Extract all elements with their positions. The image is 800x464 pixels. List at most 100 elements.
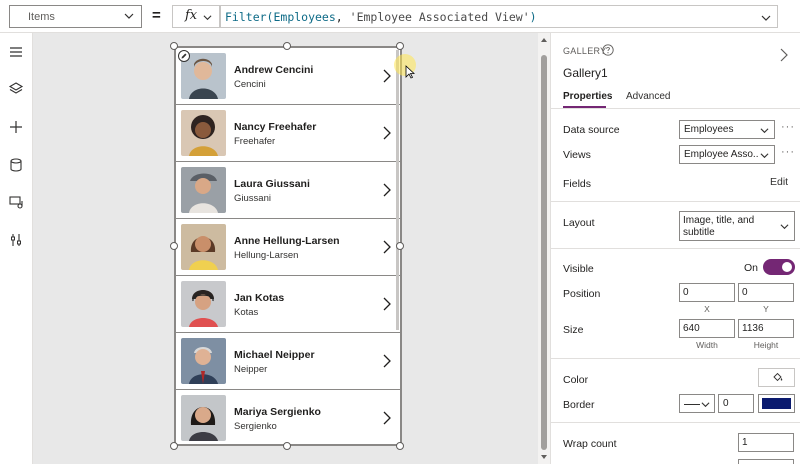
visible-toggle[interactable] xyxy=(763,259,795,275)
canvas-scrollbar[interactable] xyxy=(538,33,550,464)
mouse-cursor-icon xyxy=(405,65,415,79)
wrap-count-label: Wrap count xyxy=(563,438,617,450)
resize-handle[interactable] xyxy=(283,42,291,50)
size-height-caption: Height xyxy=(753,340,779,350)
media-icon[interactable] xyxy=(8,194,24,210)
tab-properties[interactable]: Properties xyxy=(563,91,612,102)
chevron-down-icon xyxy=(780,224,789,230)
size-width-input[interactable]: 640 xyxy=(679,319,735,338)
chevron-right-icon[interactable] xyxy=(382,353,392,369)
views-value: Employee Asso... xyxy=(684,149,759,160)
size-width-caption: Width xyxy=(696,340,718,350)
scrollbar-thumb[interactable] xyxy=(541,55,547,450)
gallery-control[interactable]: Andrew Cencini Cencini Nancy Freehafer F… xyxy=(175,47,401,445)
resize-handle[interactable] xyxy=(170,42,178,50)
divider xyxy=(551,108,800,109)
visible-state: On xyxy=(744,262,759,274)
color-picker-button[interactable] xyxy=(758,368,795,387)
gallery-row[interactable]: Nancy Freehafer Freehafer xyxy=(176,105,400,162)
divider xyxy=(551,422,800,423)
resize-handle[interactable] xyxy=(396,442,404,450)
views-dropdown[interactable]: Employee Asso... xyxy=(679,145,775,164)
chevron-down-icon xyxy=(701,402,710,408)
position-x-input[interactable]: 0 xyxy=(679,283,735,302)
gallery-row[interactable]: Jan Kotas Kotas xyxy=(176,276,400,333)
scroll-up-icon[interactable] xyxy=(541,37,547,43)
chevron-down-icon xyxy=(760,153,769,159)
divider xyxy=(551,201,800,202)
row-subtitle: Giussani xyxy=(234,193,271,204)
formula-separator: , xyxy=(335,10,350,24)
row-title: Mariya Sergienko xyxy=(234,406,321,418)
fields-label: Fields xyxy=(563,178,592,190)
visible-label: Visible xyxy=(563,263,594,275)
border-width-input[interactable]: 0 xyxy=(718,394,754,413)
control-type-label: GALLERY xyxy=(563,46,607,56)
fx-button[interactable]: fx xyxy=(172,5,220,28)
chevron-right-icon[interactable] xyxy=(382,410,392,426)
gallery-row[interactable]: Laura Giussani Giussani xyxy=(176,162,400,219)
resize-handle[interactable] xyxy=(396,242,404,250)
gallery-row[interactable]: Mariya Sergienko Sergienko xyxy=(176,390,400,444)
help-icon[interactable] xyxy=(602,44,614,56)
gallery-row[interactable]: Anne Hellung-Larsen Hellung-Larsen xyxy=(176,219,400,276)
color-label: Color xyxy=(563,374,589,386)
layout-dropdown[interactable]: Image, title, and subtitle xyxy=(679,211,795,241)
property-value: Items xyxy=(28,11,55,23)
employee-photo xyxy=(181,167,226,213)
data-source-more-button[interactable]: ··· xyxy=(781,121,795,133)
formula-text: Filter(Employees, 'Employee Associated V… xyxy=(225,10,537,24)
chevron-right-icon[interactable] xyxy=(382,239,392,255)
chevron-right-icon[interactable] xyxy=(382,296,392,312)
row-title: Nancy Freehafer xyxy=(234,121,317,133)
gallery-scrollbar[interactable] xyxy=(396,50,399,330)
employee-photo xyxy=(181,224,226,270)
data-source-dropdown[interactable]: Employees xyxy=(679,120,775,139)
design-canvas[interactable]: Andrew Cencini Cencini Nancy Freehafer F… xyxy=(33,33,550,464)
property-dropdown[interactable]: Items xyxy=(9,5,142,28)
size-height-value: 1136 xyxy=(742,323,764,334)
border-style-dropdown[interactable] xyxy=(679,394,715,413)
hamburger-menu-icon[interactable] xyxy=(8,44,24,60)
row-subtitle: Kotas xyxy=(234,307,259,318)
expand-formula-icon[interactable] xyxy=(761,13,771,23)
row-title: Anne Hellung-Larsen xyxy=(234,235,340,247)
chevron-right-icon[interactable] xyxy=(382,68,392,84)
position-x-caption: X xyxy=(704,304,710,314)
views-more-button[interactable]: ··· xyxy=(781,146,795,158)
tools-icon[interactable] xyxy=(8,232,24,248)
gallery-row[interactable]: Andrew Cencini Cencini xyxy=(176,48,400,105)
position-label: Position xyxy=(563,288,601,300)
chevron-right-icon[interactable] xyxy=(780,48,788,62)
scroll-down-icon[interactable] xyxy=(541,454,547,460)
row-subtitle: Hellung-Larsen xyxy=(234,250,299,261)
divider xyxy=(551,358,800,359)
chevron-right-icon[interactable] xyxy=(382,182,392,198)
wrap-count-input[interactable]: 1 xyxy=(738,433,794,452)
fields-edit-link[interactable]: Edit xyxy=(770,176,788,188)
size-height-input[interactable]: 1136 xyxy=(738,319,794,338)
border-color-picker[interactable] xyxy=(758,394,795,413)
chevron-down-icon xyxy=(203,15,212,21)
gallery-row[interactable]: Michael Neipper Neipper xyxy=(176,333,400,390)
employee-photo xyxy=(181,110,226,156)
resize-handle[interactable] xyxy=(170,242,178,250)
chevron-down-icon xyxy=(124,13,134,19)
formula-bar: Items = fx Filter(Employees, 'Employee A… xyxy=(0,0,800,33)
layout-label: Layout xyxy=(563,217,595,229)
next-property-input[interactable] xyxy=(738,459,794,464)
position-y-input[interactable]: 0 xyxy=(738,283,794,302)
edit-template-icon[interactable] xyxy=(178,50,190,62)
resize-handle[interactable] xyxy=(170,442,178,450)
tab-advanced[interactable]: Advanced xyxy=(626,91,670,102)
views-label: Views xyxy=(563,149,591,161)
resize-handle[interactable] xyxy=(396,42,404,50)
layers-icon[interactable] xyxy=(8,81,24,97)
resize-handle[interactable] xyxy=(283,442,291,450)
insert-plus-icon[interactable] xyxy=(8,119,24,135)
database-icon[interactable] xyxy=(8,157,24,173)
control-name[interactable]: Gallery1 xyxy=(563,66,608,80)
formula-input[interactable]: Filter(Employees, 'Employee Associated V… xyxy=(220,5,778,28)
properties-panel: GALLERY Gallery1 Properties Advanced Dat… xyxy=(550,33,800,464)
chevron-right-icon[interactable] xyxy=(382,125,392,141)
